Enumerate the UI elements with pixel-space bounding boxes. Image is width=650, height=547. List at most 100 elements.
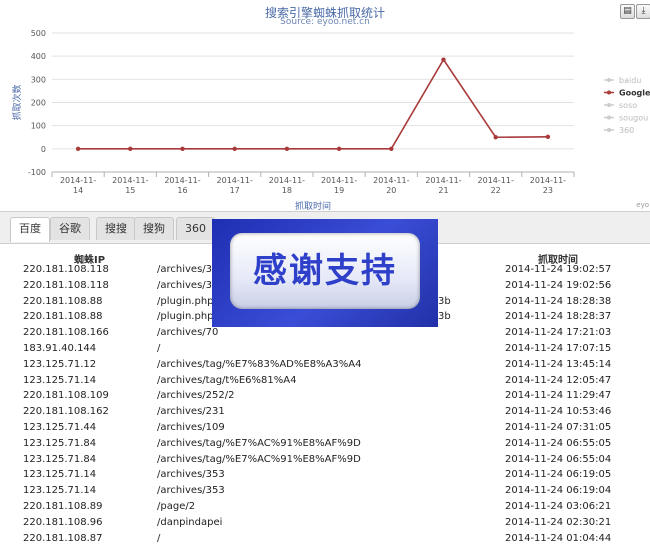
table-row[interactable]: 123.125.71.14/archives/353 2014-11-24 06:… <box>0 483 650 499</box>
x-tick-label: 16 <box>177 186 187 195</box>
legend-item-sougou: sougou <box>619 114 648 123</box>
cell-url-tail: 3b <box>438 311 451 323</box>
cell-url[interactable]: /archives/109 <box>157 420 225 436</box>
cell-crawl-time: 2014-11-24 03:06:21 <box>505 501 612 512</box>
y-tick-label: 200 <box>31 99 46 108</box>
table-row[interactable]: 220.181.108.166/archives/70 2014-11-24 17… <box>0 325 650 341</box>
cell-url[interactable]: /archives/tag/%E7%AC%91%E8%AF%9D <box>157 436 361 452</box>
y-tick-label: 500 <box>31 29 46 38</box>
cell-spider-ip: 123.125.71.12 <box>23 358 97 370</box>
table-row[interactable]: 220.181.108.96/danpindapei 2014-11-24 02:… <box>0 515 650 531</box>
x-tick-label: 2014-11- <box>217 176 253 185</box>
cell-crawl-time: 2014-11-24 17:21:03 <box>505 327 612 339</box>
data-point <box>493 135 498 140</box>
cell-url[interactable]: /archives/353 <box>157 483 225 499</box>
cell-url[interactable]: /archives/tag/t%E6%81%A4 <box>157 373 296 389</box>
cell-url[interactable]: /archives/3 <box>157 278 212 294</box>
x-tick-label: 21 <box>438 186 448 195</box>
cell-url[interactable]: /danpindapei <box>157 515 222 531</box>
legend-marker-dot <box>607 90 611 95</box>
cell-spider-ip: 123.125.71.14 <box>23 374 97 386</box>
cell-url[interactable]: / <box>157 341 160 357</box>
cell-spider-ip: 220.181.108.88 <box>23 295 103 307</box>
x-tick-label: 15 <box>125 186 135 195</box>
cell-crawl-time: 2014-11-24 19:02:56 <box>505 279 612 291</box>
legend-marker-dot <box>607 78 611 82</box>
cell-spider-ip: 220.181.108.166 <box>23 327 109 339</box>
cell-spider-ip: 183.91.40.144 <box>23 343 97 354</box>
series-line-google <box>78 58 548 150</box>
cell-spider-ip: 220.181.108.109 <box>23 390 109 402</box>
x-tick-label: 22 <box>491 186 501 195</box>
y-tick-label: 300 <box>31 75 46 84</box>
table-row[interactable]: 123.125.71.84/archives/tag/%E7%AC%91%E8%… <box>0 436 650 452</box>
tab-google[interactable]: 谷歌 <box>50 217 90 240</box>
cell-crawl-time: 2014-11-24 06:19:04 <box>505 485 612 497</box>
cell-url[interactable]: /plugin.php <box>157 294 214 310</box>
cell-url[interactable]: /archives/252/2 <box>157 388 234 404</box>
table-row[interactable]: 123.125.71.14/archives/353 2014-11-24 06:… <box>0 467 650 483</box>
cell-url-tail: 3b <box>438 295 451 307</box>
cell-crawl-time: 2014-11-24 10:53:46 <box>505 406 612 418</box>
y-tick-label: -100 <box>28 168 46 177</box>
x-tick-label: 19 <box>334 186 344 195</box>
tab-sougou[interactable]: 搜狗 <box>134 217 174 240</box>
x-tick-label: 20 <box>386 186 396 195</box>
tab-baidu[interactable]: 百度 <box>10 217 50 242</box>
table-row[interactable]: 183.91.40.144 / 2014-11-24 17:07:15 <box>0 341 650 357</box>
data-point <box>128 146 133 152</box>
cell-spider-ip: 220.181.108.96 <box>23 516 103 528</box>
legend-item-360: 360 <box>619 126 634 135</box>
table-row[interactable]: 220.181.108.87 / 2014-11-24 01:04:44 <box>0 531 650 547</box>
cell-spider-ip: 220.181.108.87 <box>23 532 103 544</box>
cell-url[interactable]: /page/2 <box>157 499 195 515</box>
cell-spider-ip: 123.125.71.84 <box>23 453 97 465</box>
cell-crawl-time: 2014-11-24 07:31:05 <box>505 422 612 433</box>
x-tick-label: 2014-11- <box>164 176 200 185</box>
x-tick-label: 2014-11- <box>425 176 461 185</box>
table-row[interactable]: 123.125.71.84/archives/tag/%E7%AC%91%E8%… <box>0 452 650 468</box>
cell-crawl-time: 2014-11-24 18:28:37 <box>505 311 612 323</box>
y-tick-label: 0 <box>41 145 46 154</box>
data-point <box>75 146 81 152</box>
legend-marker-dot <box>607 103 611 107</box>
y-tick-label: 100 <box>31 122 46 131</box>
thanks-overlay-banner: 感谢支持 <box>212 219 438 327</box>
x-tick-label: 2014-11- <box>321 176 357 185</box>
cell-url[interactable]: /archives/3 <box>157 262 212 278</box>
data-point <box>336 146 342 152</box>
x-tick-label: 14 <box>73 186 83 195</box>
cell-crawl-time: 2014-11-24 19:02:57 <box>505 264 612 275</box>
cell-crawl-time: 2014-11-24 11:29:47 <box>505 390 612 402</box>
table-row[interactable]: 220.181.108.89/page/2 2014-11-24 03:06:21 <box>0 499 650 515</box>
data-point <box>441 57 446 62</box>
x-tick-label: 2014-11- <box>373 176 409 185</box>
cell-url[interactable]: / <box>157 531 160 547</box>
x-tick-label: 2014-11- <box>112 176 148 185</box>
legend-item-baidu: baidu <box>619 76 641 85</box>
table-row[interactable]: 123.125.71.14/archives/tag/t%E6%81%A4 201… <box>0 373 650 389</box>
legend-marker-dot <box>607 128 611 132</box>
table-row[interactable]: 220.181.108.162/archives/231 2014-11-24 1… <box>0 404 650 420</box>
spider-crawl-chart: 搜索引擎蜘蛛抓取统计 Source: eyoo.net.cn ▤ ⤓ -100 0… <box>0 0 650 212</box>
legend-item-google: Google <box>619 89 650 98</box>
cell-url[interactable]: /plugin.php <box>157 309 214 325</box>
cell-url[interactable]: /archives/231 <box>157 404 225 420</box>
cell-url[interactable]: /archives/353 <box>157 467 225 483</box>
table-row[interactable]: 123.125.71.44/archives/109 2014-11-24 07:… <box>0 420 650 436</box>
tab-soso[interactable]: 搜搜 <box>96 217 136 240</box>
table-row[interactable]: 123.125.71.12/archives/tag/%E7%83%AD%E8%… <box>0 357 650 373</box>
y-axis-title: 抓取次数 <box>11 84 23 120</box>
y-tick-label: 400 <box>31 52 46 61</box>
tab-360[interactable]: 360 <box>176 217 215 240</box>
table-row[interactable]: 220.181.108.109/archives/252/2 2014-11-24… <box>0 388 650 404</box>
chart-credit: eyo <box>636 201 649 209</box>
cell-spider-ip: 123.125.71.14 <box>23 485 97 497</box>
cell-spider-ip: 220.181.108.118 <box>23 264 109 275</box>
cell-url[interactable]: /archives/tag/%E7%AC%91%E8%AF%9D <box>157 452 361 468</box>
cell-url[interactable]: /archives/70 <box>157 325 218 341</box>
x-tick-label: 18 <box>282 186 292 195</box>
cell-spider-ip: 220.181.108.88 <box>23 311 103 323</box>
cell-url[interactable]: /archives/tag/%E7%83%AD%E8%A3%A4 <box>157 357 361 373</box>
cell-crawl-time: 2014-11-24 17:07:15 <box>505 343 612 354</box>
